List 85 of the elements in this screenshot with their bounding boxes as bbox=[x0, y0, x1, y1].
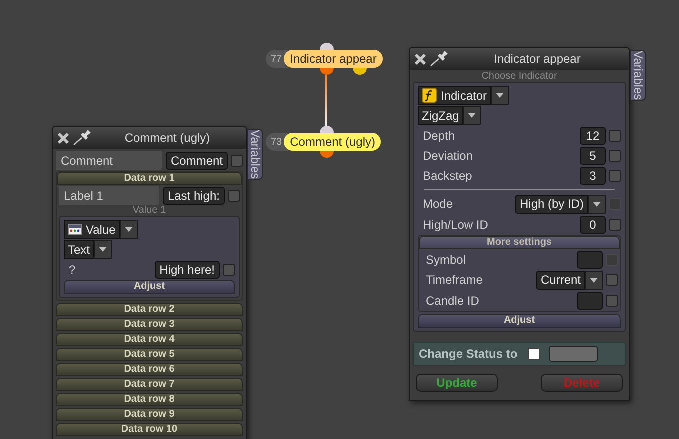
field-label: High/Low ID bbox=[422, 216, 490, 234]
section-header[interactable]: Data row 9 bbox=[56, 408, 243, 421]
dropdown-arrow-button[interactable] bbox=[94, 240, 112, 259]
value-tag-icon bbox=[68, 224, 82, 235]
input-field[interactable]: 5 bbox=[580, 146, 606, 164]
field-label: Deviation bbox=[422, 148, 474, 164]
field-label: Depth bbox=[422, 128, 456, 144]
close-icon[interactable] bbox=[414, 52, 427, 66]
input-handle[interactable] bbox=[320, 43, 334, 50]
select-field[interactable]: Current bbox=[536, 270, 585, 290]
section-header[interactable]: Data row 5 bbox=[56, 348, 243, 361]
panel-title: Indicator appear bbox=[493, 51, 582, 68]
section-header[interactable]: Data row 8 bbox=[56, 393, 243, 406]
section-header[interactable]: Data row 6 bbox=[56, 363, 243, 376]
checkbox[interactable] bbox=[606, 274, 618, 286]
caret-icon bbox=[593, 202, 601, 206]
field-label: Symbol bbox=[425, 252, 468, 268]
dropdown-field[interactable]: Text bbox=[64, 240, 94, 259]
caret-icon bbox=[496, 93, 504, 98]
panel-title: Comment (ugly) bbox=[124, 130, 212, 147]
section-header[interactable]: Data row 1 bbox=[57, 172, 242, 185]
input-field[interactable]: Comment bbox=[166, 152, 228, 170]
node-number: 73 bbox=[266, 133, 288, 151]
field-label: Backstep bbox=[422, 168, 474, 184]
field-label: Mode bbox=[422, 196, 454, 213]
node-number: 77 bbox=[266, 50, 288, 68]
input-field[interactable]: 3 bbox=[580, 166, 606, 184]
connector-line bbox=[324, 75, 329, 126]
caret-icon bbox=[468, 113, 476, 118]
section-header[interactable]: Data row 3 bbox=[56, 318, 243, 331]
dropdown-field[interactable]: Value bbox=[64, 220, 120, 239]
function-icon bbox=[422, 88, 437, 103]
input-field[interactable] bbox=[577, 292, 603, 310]
checkbox[interactable] bbox=[609, 218, 621, 230]
status-label: Change Status to bbox=[419, 346, 518, 363]
section-header[interactable]: Data row 4 bbox=[56, 333, 243, 346]
section-header[interactable]: Data row 10 bbox=[56, 423, 243, 436]
status-field[interactable] bbox=[548, 346, 598, 362]
field-label: Label 1 bbox=[59, 186, 159, 205]
input-field[interactable]: Last high: bbox=[162, 186, 225, 204]
field-label: Comment bbox=[56, 151, 162, 170]
close-icon[interactable] bbox=[57, 132, 70, 144]
output-handle[interactable] bbox=[320, 151, 334, 158]
caret-icon bbox=[124, 227, 133, 232]
section-header[interactable]: Data row 2 bbox=[56, 303, 243, 316]
caret-icon bbox=[99, 247, 108, 252]
field-label: Timeframe bbox=[425, 272, 484, 289]
input-handle[interactable] bbox=[320, 126, 334, 133]
checkbox[interactable] bbox=[231, 154, 243, 166]
variables-tab[interactable]: Variables bbox=[630, 50, 646, 102]
checkbox[interactable] bbox=[609, 150, 621, 162]
output-handle[interactable] bbox=[320, 68, 334, 75]
output-handle[interactable] bbox=[353, 68, 367, 75]
group-caption: Choose Indicator bbox=[480, 72, 558, 82]
node[interactable]: Comment (ugly) bbox=[284, 133, 382, 151]
status-checkbox[interactable] bbox=[528, 348, 540, 360]
input-field[interactable]: High here! bbox=[154, 260, 220, 278]
input-field[interactable]: 12 bbox=[580, 126, 606, 144]
adjust-button[interactable]: Adjust bbox=[64, 280, 235, 294]
caret-icon bbox=[590, 278, 598, 282]
group-caption: Value 1 bbox=[132, 206, 168, 216]
dropdown-arrow-button[interactable] bbox=[588, 194, 606, 214]
checkbox[interactable] bbox=[223, 264, 235, 276]
checkbox[interactable] bbox=[609, 170, 621, 182]
adjust-button[interactable]: Adjust bbox=[418, 314, 621, 328]
dropdown-field[interactable]: Indicator bbox=[418, 86, 492, 105]
pushpin-icon[interactable] bbox=[430, 51, 450, 67]
field-label: Candle ID bbox=[425, 292, 480, 310]
checkbox[interactable] bbox=[228, 190, 240, 202]
checkbox[interactable] bbox=[609, 130, 621, 142]
checkbox[interactable] bbox=[606, 294, 618, 306]
pushpin-icon[interactable] bbox=[73, 130, 93, 146]
section-header[interactable]: Data row 7 bbox=[56, 378, 243, 391]
section-header[interactable]: More settings bbox=[419, 236, 620, 249]
field-label: ? bbox=[68, 262, 77, 278]
input-field[interactable] bbox=[577, 250, 603, 268]
dropdown-arrow-button[interactable] bbox=[491, 86, 510, 105]
dropdown-arrow-button[interactable] bbox=[120, 220, 138, 239]
variables-tab[interactable]: Variables bbox=[247, 129, 263, 180]
node[interactable]: Indicator appear bbox=[284, 50, 383, 68]
dropdown-field[interactable]: ZigZag bbox=[418, 106, 464, 125]
dropdown-arrow-button[interactable] bbox=[463, 106, 482, 125]
input-field[interactable]: 0 bbox=[580, 216, 606, 234]
dropdown-arrow-button[interactable] bbox=[585, 270, 603, 290]
update-button[interactable]: Update bbox=[416, 374, 498, 392]
